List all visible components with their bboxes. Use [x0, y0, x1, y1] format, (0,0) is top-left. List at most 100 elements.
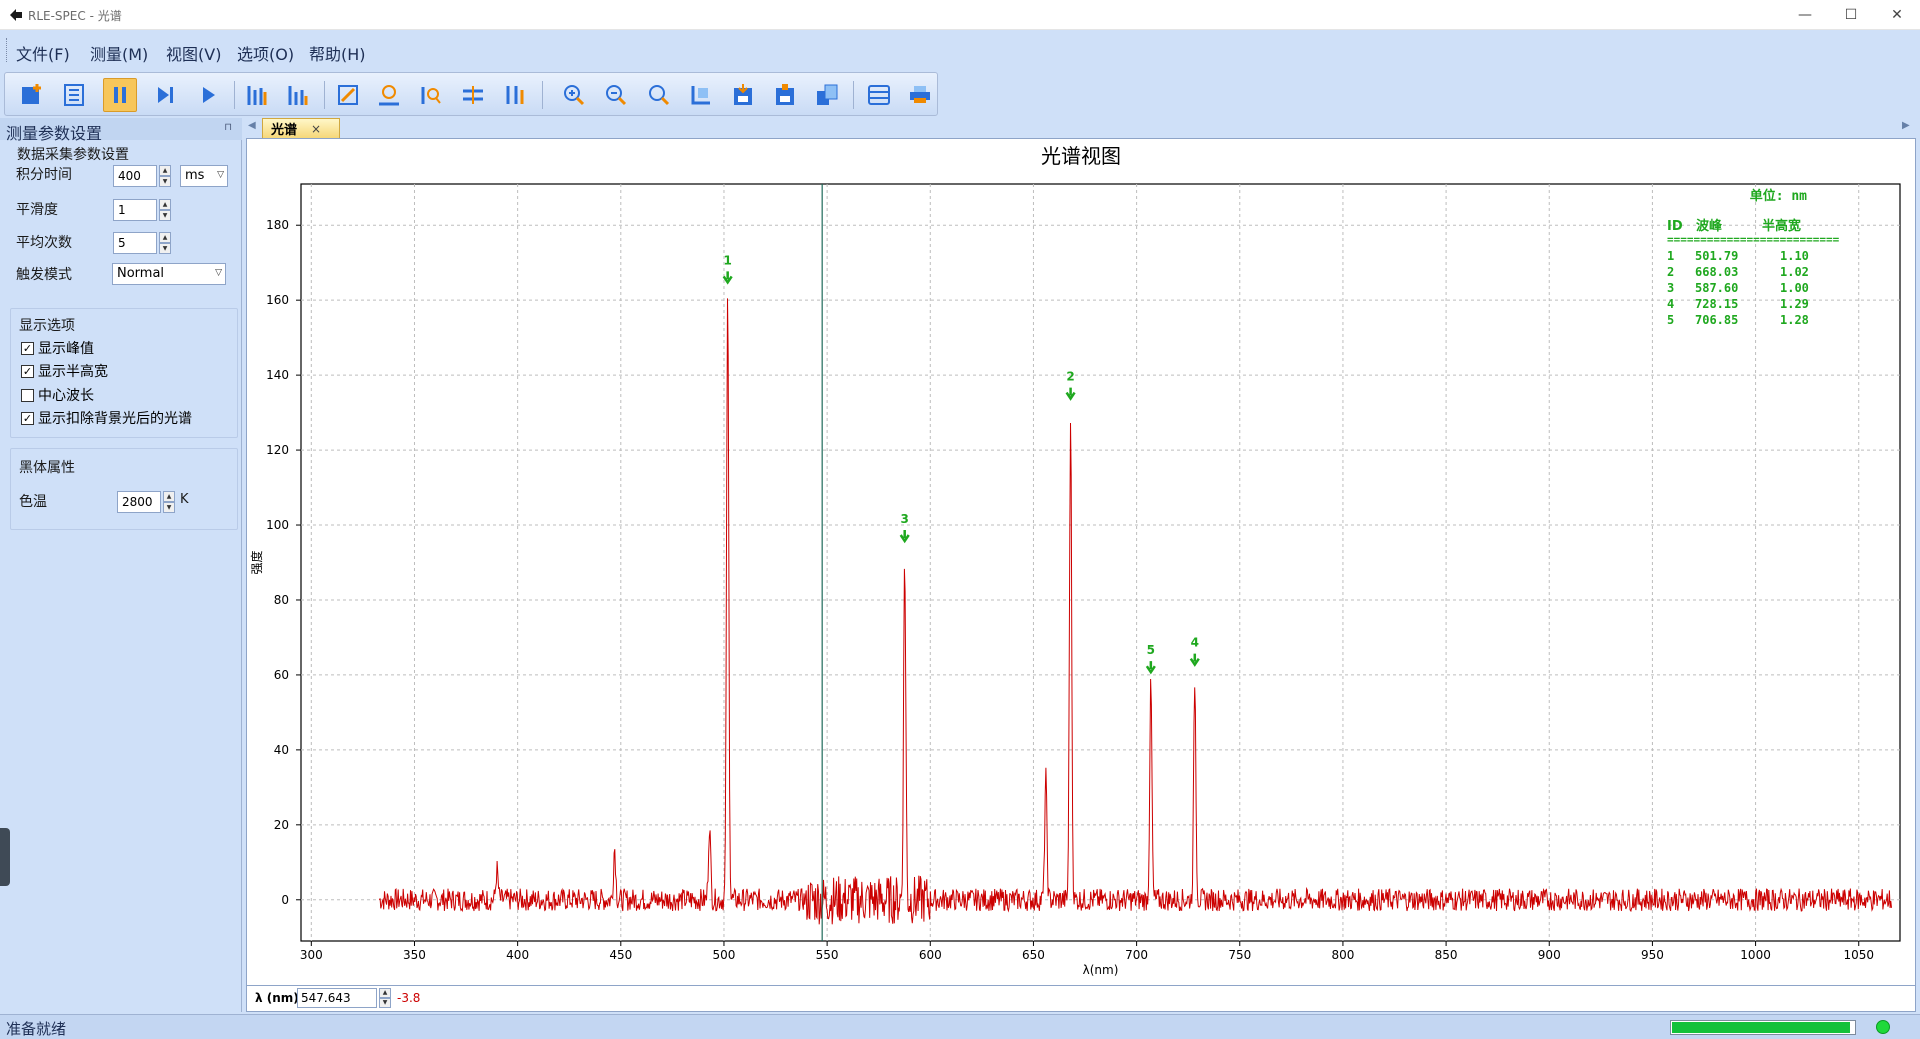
- copy-button[interactable]: [810, 78, 844, 112]
- y-tick-label: 20: [274, 818, 289, 832]
- show-fwhm-checkbox[interactable]: ✓ 显示半高宽: [21, 361, 108, 381]
- x-tick-label: 350: [403, 948, 426, 962]
- menu-measure[interactable]: 测量(M): [90, 41, 148, 65]
- markers-button[interactable]: [498, 78, 532, 112]
- x-tick-label: 850: [1435, 948, 1458, 962]
- window-title: RLE-SPEC - 光谱: [28, 9, 122, 23]
- wavelength-spinner[interactable]: ▲ ▼: [379, 988, 391, 1008]
- menu-options[interactable]: 选项(O): [237, 41, 294, 65]
- side-dock-handle[interactable]: [0, 828, 10, 886]
- menu-file[interactable]: 文件(F): [16, 41, 70, 65]
- average-count-input[interactable]: 5: [113, 232, 157, 254]
- color-temp-input[interactable]: 2800: [117, 491, 161, 513]
- x-tick-label: 1050: [1843, 948, 1874, 962]
- x-tick-label: 700: [1125, 948, 1148, 962]
- center-wavelength-checkbox[interactable]: 中心波长: [21, 385, 94, 405]
- x-tick-label: 750: [1228, 948, 1251, 962]
- table-button[interactable]: [862, 78, 896, 112]
- y-tick-label: 40: [274, 743, 289, 757]
- new-measurement-button[interactable]: [15, 78, 49, 112]
- zoom-out-button[interactable]: [599, 78, 633, 112]
- back-arrow-icon[interactable]: [8, 7, 24, 23]
- subtract-background-checkbox[interactable]: ✓ 显示扣除背景光后的光谱: [21, 408, 192, 428]
- print-button[interactable]: [903, 78, 937, 112]
- toolbar-separator: [853, 81, 854, 109]
- color-temp-spinner[interactable]: ▲ ▼: [163, 491, 175, 513]
- peak-table-header: 半高宽: [1762, 218, 1801, 234]
- zoom-button[interactable]: [642, 78, 676, 112]
- menu-help[interactable]: 帮助(H): [309, 41, 366, 65]
- peak-button[interactable]: [372, 78, 406, 112]
- color-temp-label: 色温: [19, 494, 47, 510]
- peak-table-cell: 1.29: [1780, 297, 1809, 311]
- step-icon: [158, 87, 173, 103]
- save-button[interactable]: [726, 78, 760, 112]
- pause-button[interactable]: [103, 78, 137, 112]
- bars-down-button[interactable]: [281, 78, 315, 112]
- average-spinner[interactable]: ▲ ▼: [159, 232, 171, 254]
- peak-label: 1: [723, 253, 731, 267]
- fit-button[interactable]: [684, 78, 718, 112]
- baseline-button[interactable]: [456, 78, 490, 112]
- pause-icon: [114, 87, 126, 103]
- trigger-label: 触发模式: [16, 267, 72, 283]
- print-icon: [910, 86, 930, 103]
- y-tick-label: 160: [266, 293, 289, 307]
- smoothing-spinner[interactable]: ▲ ▼: [159, 199, 171, 221]
- save-as-icon: [776, 84, 794, 105]
- save-as-button[interactable]: [768, 78, 802, 112]
- x-tick-label: 600: [919, 948, 942, 962]
- chart-edit-button[interactable]: [331, 78, 365, 112]
- trigger-mode-value: Normal: [117, 266, 165, 281]
- chevron-down-icon: ▽: [217, 170, 224, 180]
- x-tick-label: 800: [1331, 948, 1354, 962]
- zoom-in-button[interactable]: [557, 78, 591, 112]
- bars-button[interactable]: [240, 78, 274, 112]
- x-tick-label: 400: [506, 948, 529, 962]
- close-tab-icon[interactable]: ×: [311, 122, 321, 136]
- peak-table-cell: 1: [1667, 249, 1674, 263]
- acquisition-title: 数据采集参数设置: [17, 147, 129, 163]
- smoothing-input[interactable]: 1: [113, 199, 157, 221]
- peak-label: 2: [1066, 370, 1074, 384]
- play-button[interactable]: [191, 78, 225, 112]
- spectrum-chart[interactable]: 光谱视图300 350 400 450 500 550 600 650 700 750 800 850…: [247, 139, 1915, 985]
- bars-down-icon: [288, 86, 308, 105]
- peak-table-unit: 单位: nm: [1750, 188, 1807, 204]
- show-peak-checkbox[interactable]: ✓ 显示峰值: [21, 338, 94, 358]
- menu-view[interactable]: 视图(V): [166, 41, 221, 65]
- peak-table-cell: 1.02: [1780, 265, 1809, 279]
- integration-unit-value: ms: [185, 168, 205, 183]
- measurement-settings-panel: 测量参数设置 ⊓ 数据采集参数设置 积分时间 400 ▲ ▼ ms ▽ 平滑度 1 …: [0, 118, 242, 1012]
- list-icon: [64, 84, 84, 106]
- document-tab-strip: ◀ 光谱 × ▶: [246, 118, 1920, 138]
- cursor-readout-bar: λ (nm) 547.643 ▲ ▼ -3.8: [246, 986, 1916, 1012]
- list-button[interactable]: [57, 78, 91, 112]
- x-tick-label: 1000: [1740, 948, 1771, 962]
- tab-spectrum[interactable]: 光谱 ×: [262, 118, 340, 138]
- wavelength-label: λ (nm): [255, 991, 299, 1005]
- x-tick-label: 650: [1022, 948, 1045, 962]
- x-tick-label: 950: [1641, 948, 1664, 962]
- zoom-out-icon: [606, 85, 627, 106]
- copy-icon: [817, 84, 838, 105]
- pin-icon[interactable]: ⊓: [224, 122, 232, 133]
- peak-table-header: 波峰: [1696, 218, 1723, 234]
- step-button[interactable]: [148, 78, 182, 112]
- minimize-button[interactable]: —: [1782, 0, 1828, 30]
- panel-title: 测量参数设置: [6, 124, 103, 143]
- peak-search-button[interactable]: [414, 78, 448, 112]
- integration-time-input[interactable]: 400: [113, 165, 157, 187]
- trigger-mode-select[interactable]: Normal ▽: [112, 263, 226, 285]
- integration-unit-select[interactable]: ms ▽: [180, 165, 228, 187]
- tab-spectrum-label: 光谱: [271, 123, 298, 138]
- wavelength-input[interactable]: 547.643: [297, 988, 377, 1008]
- y-tick-label: 180: [266, 218, 289, 232]
- peak-table-cell: 587.60: [1695, 281, 1738, 295]
- maximize-button[interactable]: ☐: [1828, 0, 1874, 30]
- save-icon: [734, 84, 752, 105]
- tab-scroll-right-icon[interactable]: ▶: [1902, 120, 1910, 131]
- close-button[interactable]: ✕: [1874, 0, 1920, 30]
- tab-scroll-left-icon[interactable]: ◀: [248, 120, 256, 131]
- integration-spinner[interactable]: ▲ ▼: [159, 165, 171, 187]
